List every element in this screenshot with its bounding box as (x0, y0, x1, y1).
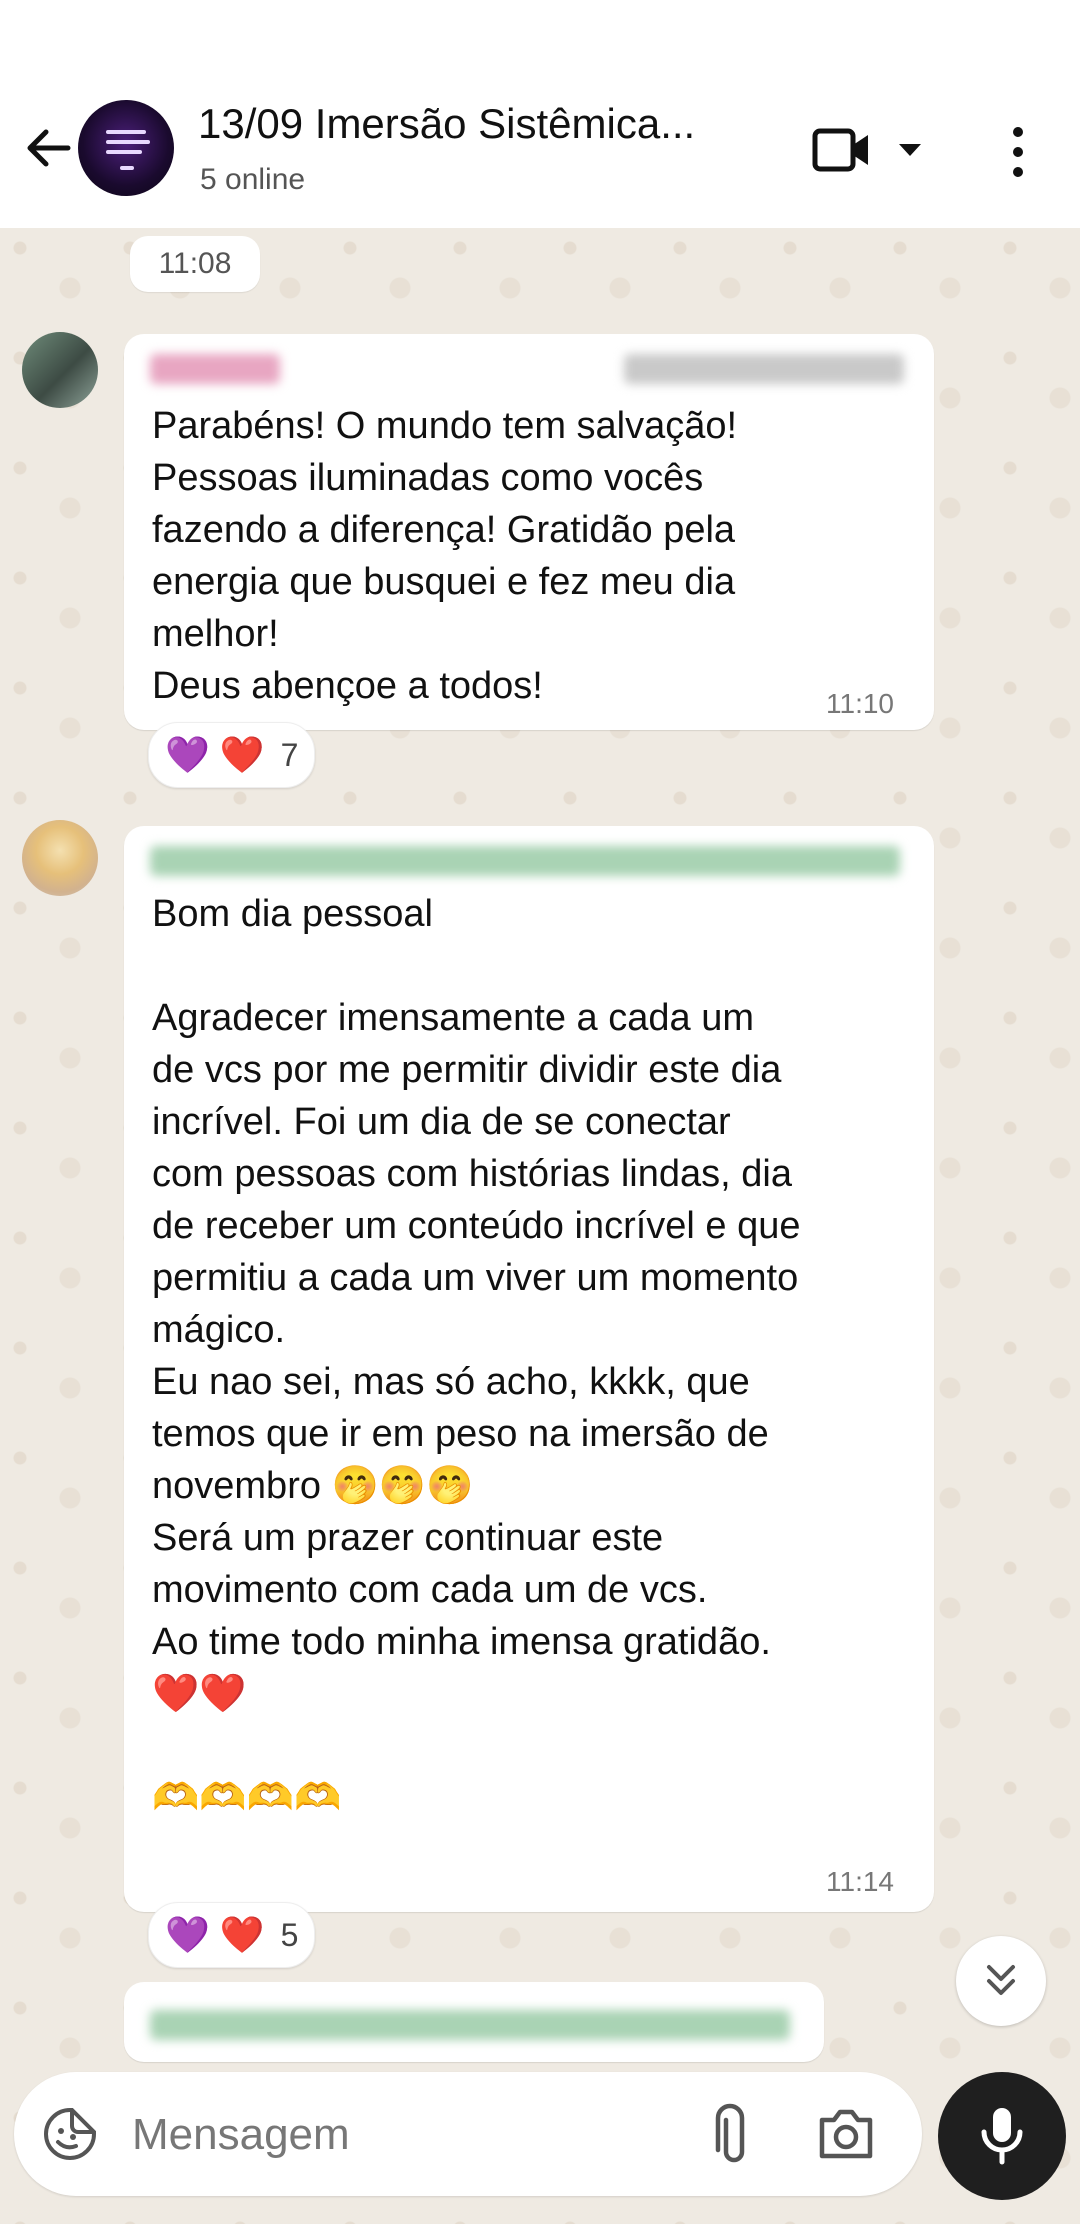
microphone-icon (981, 2108, 1023, 2165)
blurred-sender-name (150, 354, 280, 384)
more-vert-icon[interactable] (998, 124, 1038, 180)
message-bubble[interactable] (124, 1982, 824, 2062)
message-time: 11:14 (826, 1866, 894, 1897)
reactions-bar[interactable]: 💜 ❤️ 7 (148, 722, 316, 788)
camera-icon[interactable] (814, 2104, 878, 2164)
online-status: 5 online (200, 163, 306, 196)
chat-title[interactable]: 13/09 Imersão Sistêmica... (198, 100, 695, 148)
red-heart-emoji: ❤️ (219, 734, 265, 775)
time-divider: 11:08 (130, 236, 260, 292)
message-text: Bom dia pessoal Agradecer imensamente a … (152, 893, 801, 1819)
message-time: 11:10 (826, 688, 894, 719)
double-chevron-down-icon (987, 1965, 1015, 1995)
scroll-to-bottom-button[interactable] (956, 1936, 1046, 2026)
back-arrow-icon[interactable] (18, 118, 78, 178)
sender-avatar[interactable] (22, 332, 98, 408)
chevron-down-icon[interactable] (895, 140, 925, 160)
video-call-icon[interactable] (812, 125, 872, 175)
message-text: Parabéns! O mundo tem salvação! Pessoas … (152, 405, 738, 707)
purple-heart-emoji: 💜 (165, 734, 210, 775)
reaction-count: 5 (280, 1916, 299, 1953)
purple-heart-emoji: 💜 (165, 1914, 210, 1955)
reaction-count: 7 (280, 736, 299, 773)
microphone-button[interactable] (938, 2072, 1066, 2200)
message-bubble[interactable]: Parabéns! O mundo tem salvação! Pessoas … (124, 334, 934, 730)
blurred-sender-name (150, 846, 900, 876)
sender-avatar[interactable] (22, 820, 98, 896)
group-avatar[interactable]: A Alma por Trás da Armadura (78, 100, 174, 196)
reactions-bar[interactable]: 💜 ❤️ 5 (148, 1902, 316, 1968)
blurred-sender-name (150, 2010, 790, 2040)
message-compose-bar (14, 2072, 922, 2196)
paperclip-icon[interactable] (700, 2100, 760, 2168)
message-input[interactable] (130, 2098, 694, 2172)
sticker-icon[interactable] (40, 2104, 100, 2164)
blurred-phone-number (624, 354, 904, 384)
chat-header: A Alma por Trás da Armadura 13/09 Imersã… (0, 0, 1080, 228)
message-bubble[interactable]: Bom dia pessoal Agradecer imensamente a … (124, 826, 934, 1912)
red-heart-emoji: ❤️ (219, 1914, 265, 1955)
